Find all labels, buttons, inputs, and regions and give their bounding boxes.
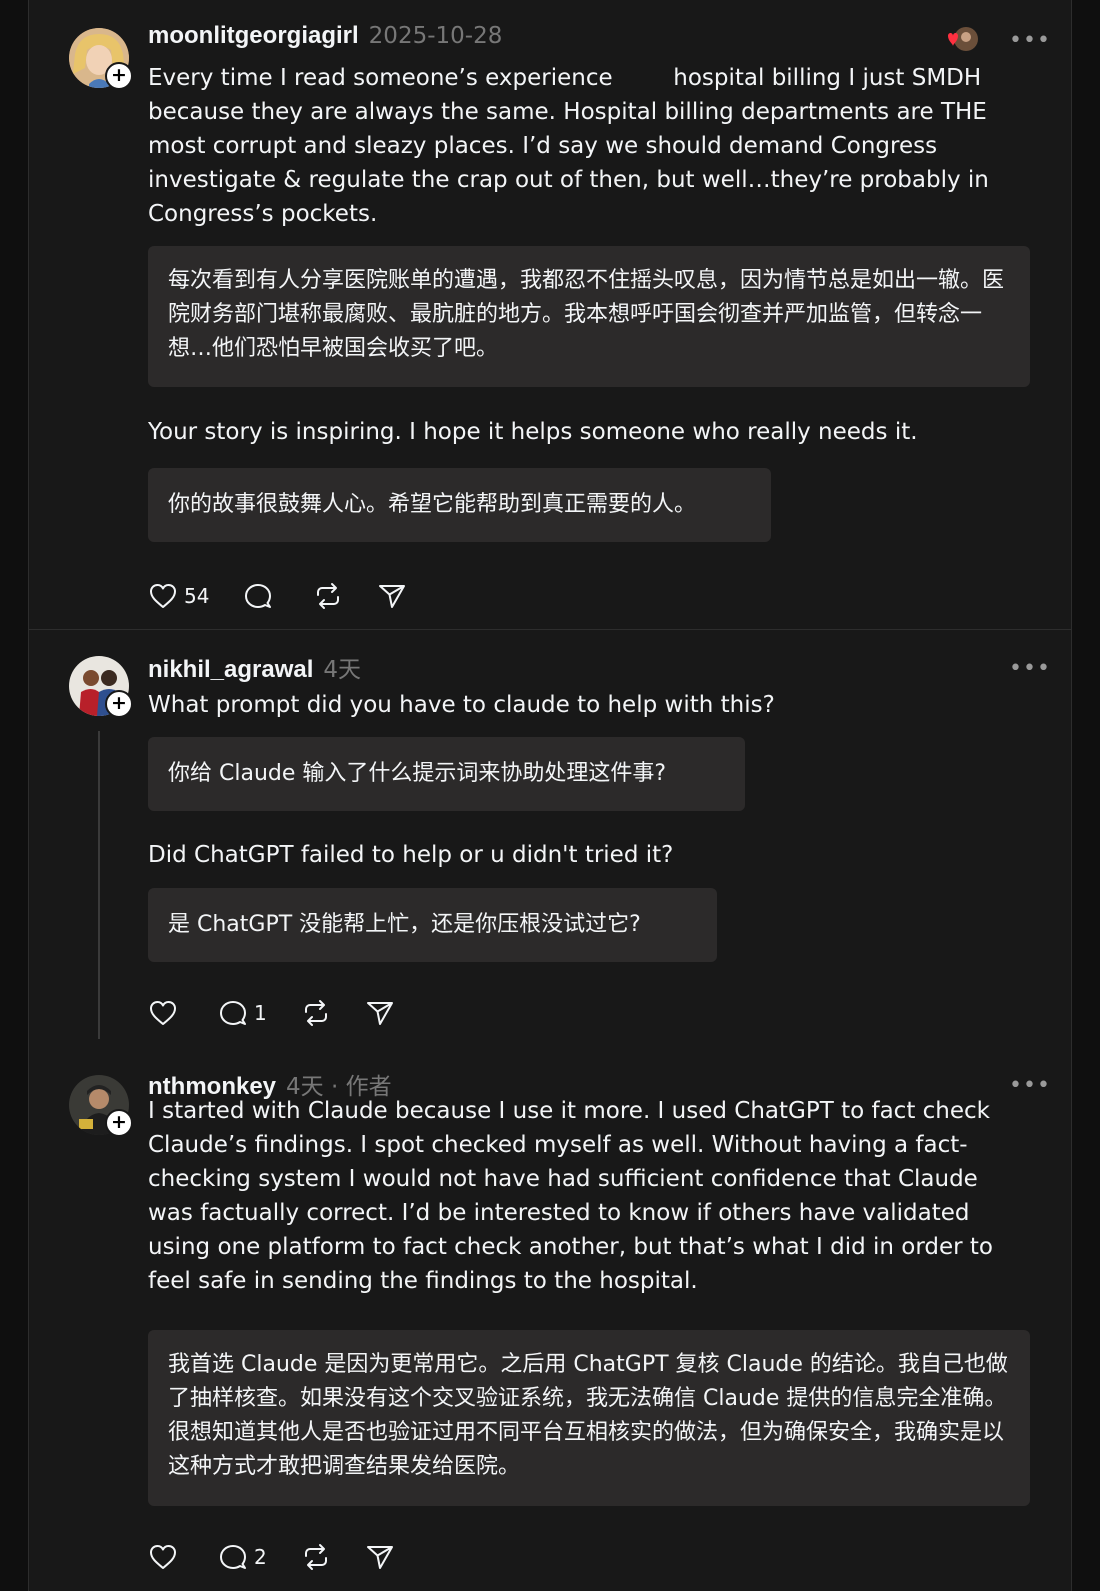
post-time: 4天 [323,657,362,683]
action-bar: 2 [148,1539,429,1575]
more-icon[interactable]: ••• [1009,30,1050,56]
username[interactable]: nikhil_agrawal [148,656,313,684]
send-icon [366,1002,393,1025]
heart-icon [150,1545,176,1569]
repost-button[interactable] [313,582,343,610]
heart-icon [150,1001,176,1025]
reply-button[interactable]: 1 [218,999,267,1027]
reply-count: 2 [254,1545,267,1569]
thread-line [98,731,100,1039]
like-button[interactable]: 54 [148,582,209,610]
comment-icon [220,1001,246,1025]
reply-count: 1 [254,1001,267,1025]
comment-icon [220,1545,246,1569]
action-bar: 1 [148,995,429,1031]
post-divider [29,629,1071,630]
like-button[interactable] [148,999,184,1027]
translation-box: 我首选 Claude 是因为更常用它。之后用 ChatGPT 复核 Claude… [148,1330,1030,1506]
repost-icon [304,1000,327,1026]
comment-icon [245,584,272,608]
post-header: nikhil_agrawal 4天 [148,650,361,684]
follow-plus-icon[interactable]: + [105,1109,133,1137]
post-body-secondary: Did ChatGPT failed to help or u didn't t… [148,842,674,868]
like-button[interactable] [148,1543,184,1571]
post-body: I started with Claude because I use it m… [148,1098,994,1294]
action-bar: 54 [148,578,441,614]
post-date: 2025-10-28 [368,23,503,49]
share-button[interactable] [377,582,407,610]
follow-plus-icon[interactable]: + [105,690,133,718]
share-button[interactable] [365,999,395,1027]
send-icon [366,1546,393,1569]
reaction-avatars [941,26,979,54]
thread-feed: + moonlitgeorgiagirl 2025-10-28 ••• Ever… [28,0,1072,1591]
post-body: What prompt did you have to claude to he… [148,692,775,718]
follow-plus-icon[interactable]: + [105,62,133,90]
translation-box: 你给 Claude 输入了什么提示词来协助处理这件事? [148,737,745,811]
repost-button[interactable] [301,1543,331,1571]
send-icon [379,585,406,608]
username[interactable]: moonlitgeorgiagirl [148,22,359,50]
repost-icon [317,583,340,609]
more-icon[interactable]: ••• [1009,658,1050,684]
translation-box-secondary: 是 ChatGPT 没能帮上忙，还是你压根没试过它? [148,888,717,962]
reply-button[interactable]: 2 [218,1543,267,1571]
post-header: moonlitgeorgiagirl 2025-10-28 [148,22,502,56]
repost-button[interactable] [301,999,331,1027]
translation-box: 每次看到有人分享医院账单的遭遇，我都忍不住摇头叹息，因为情节总是如出一辙。医院财… [148,246,1030,387]
heart-icon [150,584,176,608]
repost-icon [304,1544,327,1570]
post-body-secondary: Your story is inspiring. I hope it helps… [148,419,918,445]
like-count: 54 [184,584,210,608]
reply-button[interactable] [243,582,279,610]
translation-box-secondary: 你的故事很鼓舞人心。希望它能帮助到真正需要的人。 [148,468,771,542]
post-body: Every time I read someone’s experience h… [148,65,989,227]
share-button[interactable] [365,1543,395,1571]
